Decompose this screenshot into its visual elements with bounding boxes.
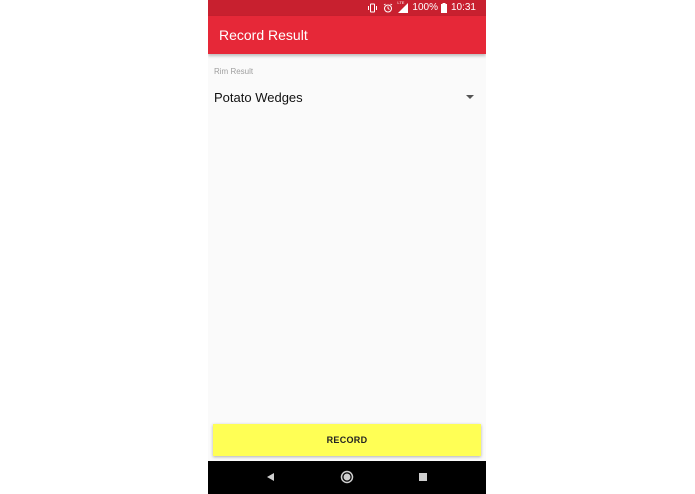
battery-percent: 100% [412,2,438,13]
rim-result-selected-value: Potato Wedges [214,89,303,105]
dropdown-arrow-icon [466,95,474,99]
recents-icon[interactable] [415,469,431,485]
signal-icon: LTE [397,0,409,16]
page-title: Record Result [219,27,308,43]
status-bar: LTE 100% 10:31 [208,0,486,16]
app-bar: Record Result [208,16,486,54]
back-icon[interactable] [263,469,279,485]
home-icon[interactable] [339,469,355,485]
record-button[interactable]: RECORD [213,424,481,456]
phone-screen: LTE 100% 10:31 Record Result Rim Result … [208,0,486,494]
vibrate-icon [367,0,378,16]
navigation-bar [208,461,486,494]
rim-result-dropdown[interactable]: Potato Wedges [208,86,486,108]
status-time: 10:31 [450,2,476,13]
alarm-icon [383,0,393,16]
battery-icon [440,0,447,16]
rim-result-label: Rim Result [214,67,254,76]
network-label: LTE [397,0,405,5]
